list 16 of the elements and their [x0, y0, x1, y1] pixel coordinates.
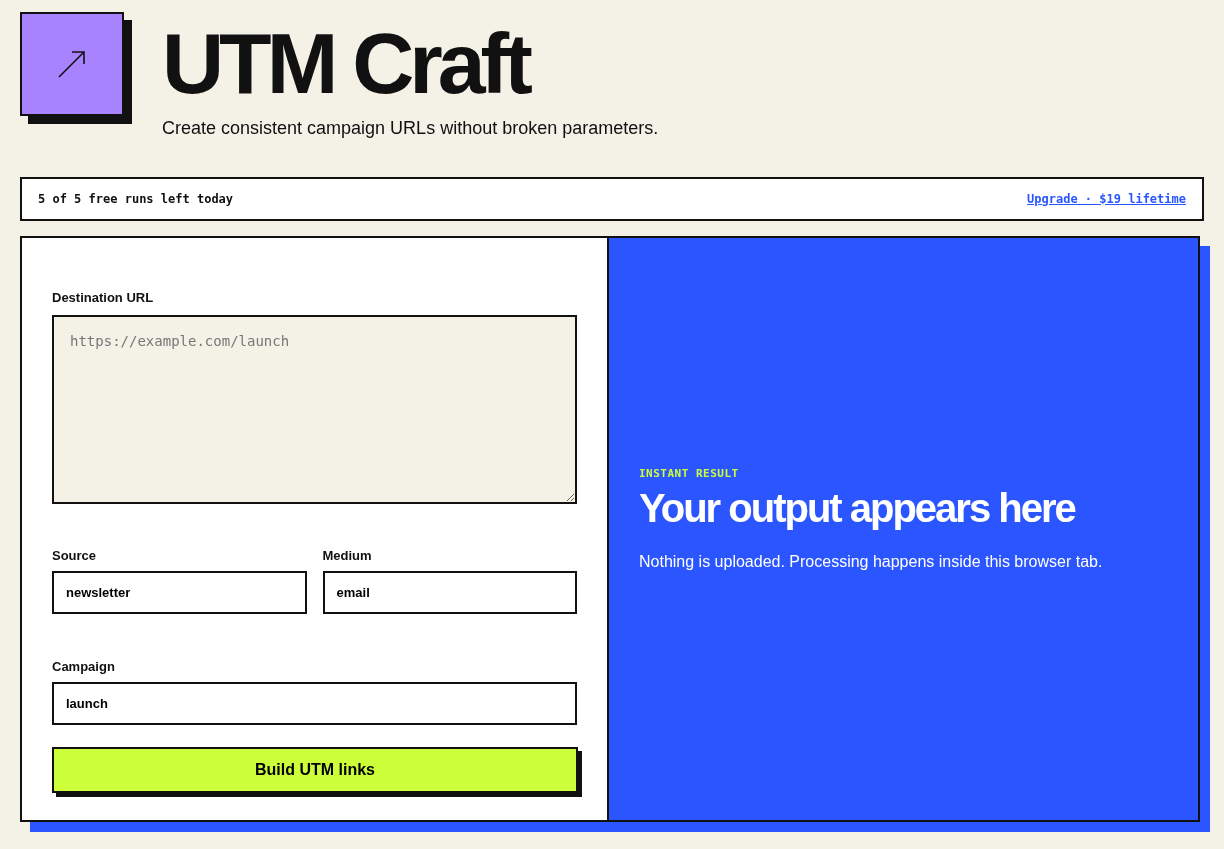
eyebrow-label: INSTANT RESULT [639, 467, 739, 480]
field-label: Medium [322, 548, 372, 563]
text-field[interactable]: newsletter [52, 571, 307, 614]
app-title: UTM Craft [162, 20, 530, 106]
destination-url-field[interactable]: https://example.com/launch [52, 315, 577, 504]
text-field[interactable]: email [322, 571, 577, 614]
result-heading: Your output appears here [639, 486, 1077, 531]
field-label: Destination URL [52, 290, 154, 305]
app-subtitle: Create consistent campaign URLs without broken parameters. [162, 118, 659, 139]
upgrade-link[interactable]: Upgrade · $19 lifetime [1027, 192, 1186, 206]
campaign-field[interactable]: launch [52, 682, 577, 725]
field-label: Source [52, 548, 97, 563]
result-note: Nothing is uploaded. Processing happens inside this browser tab. [639, 553, 1104, 571]
arrow-icon [57, 49, 87, 79]
field-label: Campaign [52, 659, 115, 674]
runs-left-text: 5 of 5 free runs left today [38, 192, 234, 206]
